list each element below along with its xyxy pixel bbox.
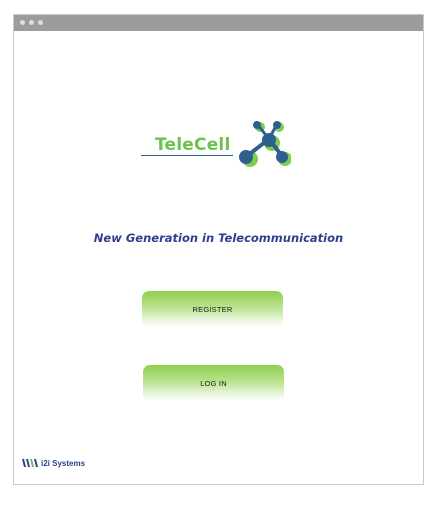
register-button[interactable]: REGİSTER <box>142 291 283 327</box>
login-button[interactable]: LOG IN <box>143 365 284 401</box>
login-button-label: LOG IN <box>200 378 227 388</box>
logo-underline <box>141 155 233 156</box>
app-window: TeleCell New Generation in Telecommunica… <box>13 14 424 485</box>
logo-text: TeleCell <box>155 135 231 155</box>
window-control-dot[interactable] <box>29 20 34 25</box>
register-button-label: REGİSTER <box>192 304 233 314</box>
network-x-icon <box>239 121 291 167</box>
telecell-logo: TeleCell <box>141 116 291 168</box>
window-control-dot[interactable] <box>20 20 25 25</box>
title-bar <box>14 15 423 31</box>
footer-brand-text: i2i Systems <box>41 458 86 468</box>
i2i-logo-icon <box>22 459 38 467</box>
footer-brand: i2i Systems <box>22 457 85 469</box>
tagline: New Generation in Telecommunication <box>93 231 344 245</box>
window-control-dot[interactable] <box>38 20 43 25</box>
